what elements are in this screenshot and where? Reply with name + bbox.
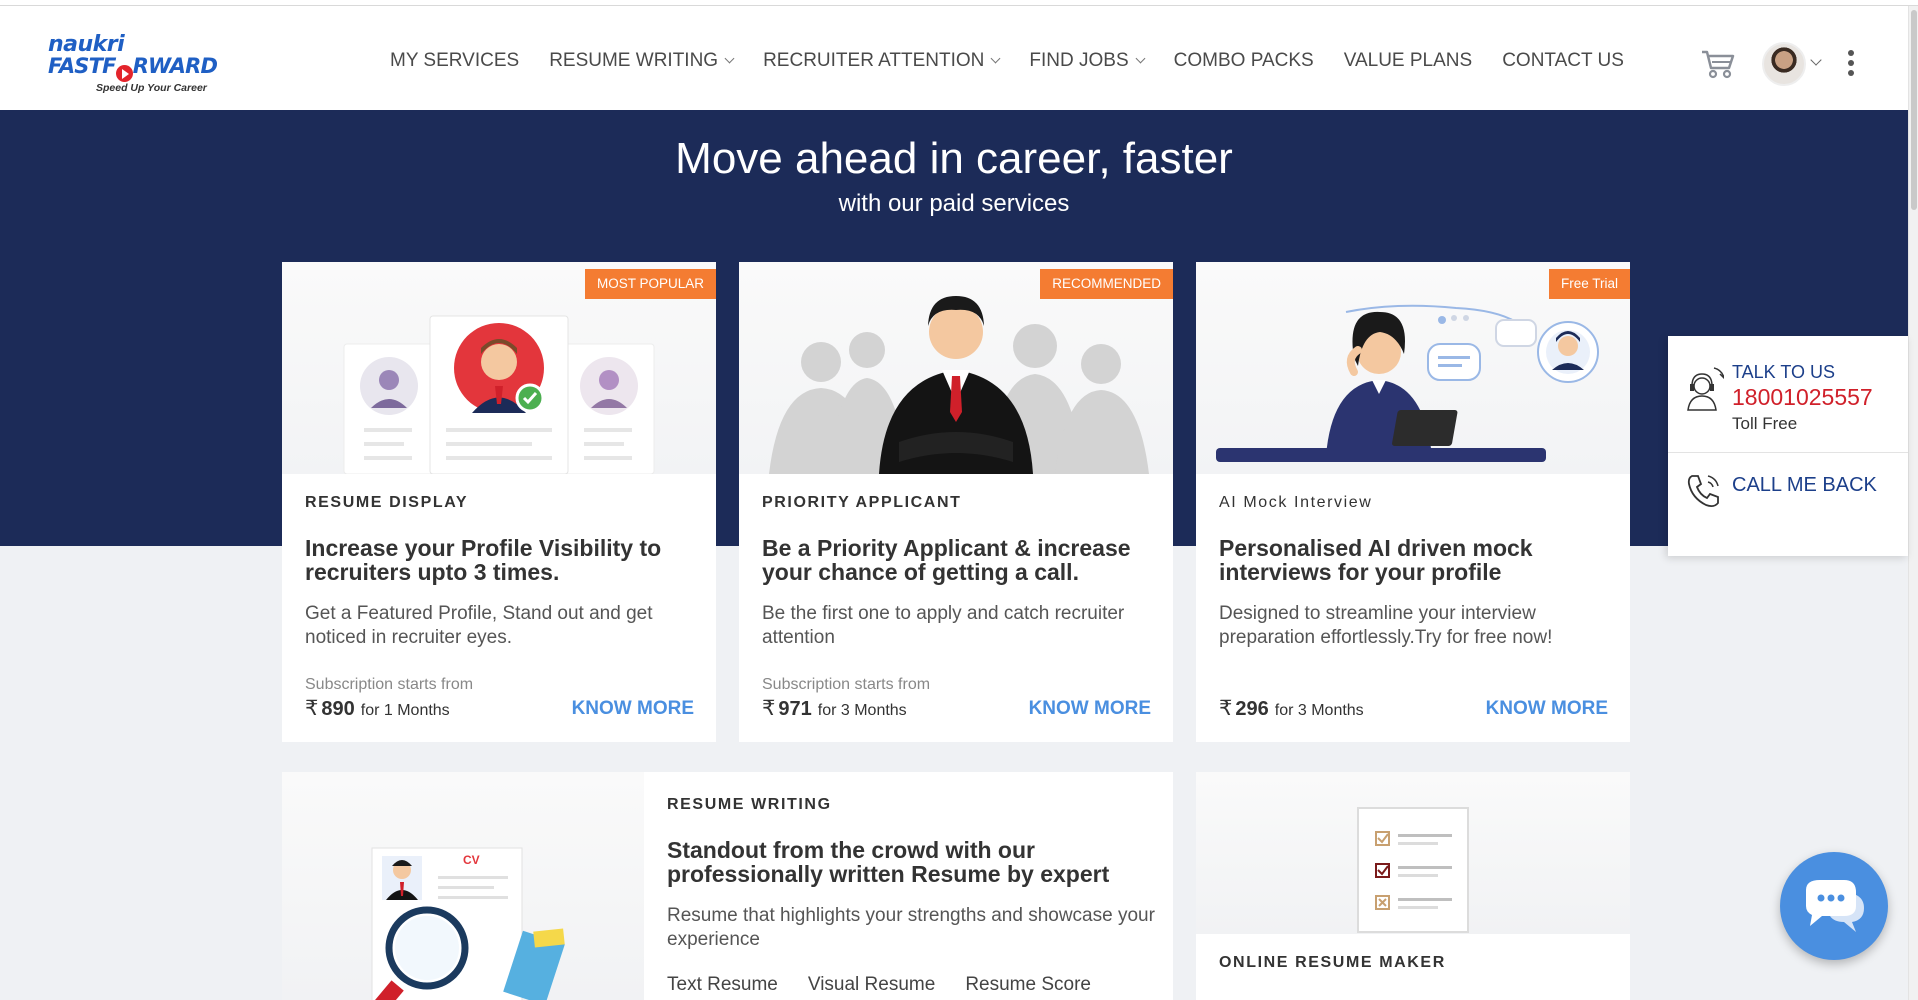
toll-free-label: Toll Free [1732,414,1798,433]
logo-line2-b: RWARD [132,54,218,78]
status-badge: Free Trial [1548,269,1630,299]
avatar[interactable] [1762,42,1806,86]
nav-label: COMBO PACKS [1173,50,1314,71]
card-tag: AI Mock Interview [1219,494,1373,511]
price: ₹ 296 for 3 Months [1219,696,1364,721]
status-badge: RECOMMENDED [1040,269,1173,299]
price-amount: 971 [778,698,812,720]
subscription-label: Subscription starts from [762,676,931,693]
logo-line2: FASTFORWARD [48,56,218,82]
headset-agent-icon [1687,367,1724,411]
card-tag: RESUME WRITING [667,796,832,813]
ai-mock-interview-card: Free Trial AI Mock Interview Personalise… [1196,262,1630,742]
nav-contact-us[interactable]: CONTACT US [1502,50,1624,72]
rupee-icon: ₹ [1219,697,1233,720]
call-me-back-button[interactable]: CALL ME BACK [1732,474,1877,497]
scrollbar-thumb[interactable] [1911,10,1917,210]
chat-button[interactable] [1780,852,1888,960]
resume-maker-illustration [1196,772,1630,934]
site-header: naukri FASTFORWARD Speed Up Your Career … [0,6,1908,110]
card-description: Be the first one to apply and catch recr… [762,603,1125,648]
chevron-down-icon [724,53,735,64]
chat-bubble-icon [1806,880,1864,932]
resume-writing-links: Text Resume Visual Resume Resume Score [667,974,1091,996]
main-nav: MY SERVICES RESUME WRITING RECRUITER ATT… [390,46,1654,76]
visual-resume-link[interactable]: Visual Resume [808,974,935,996]
naukri-fastforward-logo[interactable]: naukri FASTFORWARD Speed Up Your Career [48,32,218,95]
resume-display-card: MOST POPULAR RESUME DISPLAY Increase you… [282,262,716,742]
priority-applicant-card: RECOMMENDED PRIORITY APPLICANT Be a Prio… [739,262,1173,742]
cart-icon[interactable] [1700,48,1736,80]
card-description: Resume that highlights your strengths an… [667,905,1155,950]
resume-writing-illustration: CV [282,772,644,1000]
nav-label: RECRUITER ATTENTION [763,50,985,71]
nav-label: CONTACT US [1502,50,1624,71]
rupee-icon: ₹ [305,697,319,720]
chevron-down-icon [990,53,1001,64]
chevron-down-icon [1135,53,1146,64]
card-tag: ONLINE RESUME MAKER [1219,954,1446,971]
price-duration: for 1 Months [360,702,450,719]
nav-resume-writing[interactable]: RESUME WRITING [549,50,735,72]
nav-recruiter-attention[interactable]: RECRUITER ATTENTION [763,50,1001,72]
talk-to-us-label: TALK TO US [1732,362,1836,382]
rupee-icon: ₹ [762,697,776,720]
nav-label: MY SERVICES [390,50,520,71]
resume-score-link[interactable]: Resume Score [965,974,1091,996]
logo-line1: naukri [48,32,125,57]
price: ₹ 971 for 3 Months [762,696,907,721]
price-amount: 296 [1235,698,1269,720]
phone-icon [1687,475,1719,508]
card-description: Designed to streamline your interview pr… [1219,603,1553,648]
hero-title: Move ahead in career, faster [675,134,1233,183]
card-heading: Personalised AI driven mock interviews f… [1219,535,1533,585]
nav-label: FIND JOBS [1029,50,1129,71]
know-more-link[interactable]: KNOW MORE [1029,698,1151,720]
hero-subtitle: with our paid services [838,190,1070,217]
subscription-label: Subscription starts from [305,676,474,693]
card-heading: Standout from the crowd with our profess… [667,837,1110,887]
know-more-link[interactable]: KNOW MORE [572,698,694,720]
logo-tagline: Speed Up Your Career [96,82,207,94]
nav-label: VALUE PLANS [1343,50,1473,71]
know-more-link[interactable]: KNOW MORE [1486,698,1608,720]
card-description: Get a Featured Profile, Stand out and ge… [305,603,653,648]
page-scrollbar[interactable] [1908,6,1918,1000]
resume-writing-card: CV RESUME WRITING Standout from the crow… [282,772,1173,1000]
cv-label: CV [463,853,480,867]
toll-free-number[interactable]: 18001025557 [1732,384,1873,411]
contact-widget: TALK TO US 18001025557 Toll Free CALL ME… [1668,336,1908,556]
card-heading: Be a Priority Applicant & increase your … [762,535,1131,585]
logo-play-icon: O [115,65,133,82]
logo-line2-a: FASTF [48,54,116,78]
online-resume-maker-card: ONLINE RESUME MAKER [1196,772,1630,1000]
price-duration: for 3 Months [817,702,907,719]
nav-find-jobs[interactable]: FIND JOBS [1029,50,1146,72]
nav-combo-packs[interactable]: COMBO PACKS [1174,50,1314,72]
price-amount: 890 [321,698,355,720]
divider [1668,452,1908,453]
nav-value-plans[interactable]: VALUE PLANS [1344,50,1472,72]
nav-label: RESUME WRITING [549,50,719,71]
card-heading: Increase your Profile Visibility to recr… [305,535,662,585]
nav-my-services[interactable]: MY SERVICES [390,50,519,72]
price: ₹ 890 for 1 Months [305,696,450,721]
cv-magnifier-illustration: CV [371,847,565,1000]
checklist-illustration [1357,807,1469,933]
status-badge: MOST POPULAR [584,269,716,299]
chevron-down-icon[interactable] [1810,54,1822,66]
card-tag: RESUME DISPLAY [305,494,469,511]
price-duration: for 3 Months [1274,702,1364,719]
card-tag: PRIORITY APPLICANT [762,494,962,511]
kebab-menu-icon[interactable] [1846,50,1856,80]
text-resume-link[interactable]: Text Resume [667,974,778,996]
